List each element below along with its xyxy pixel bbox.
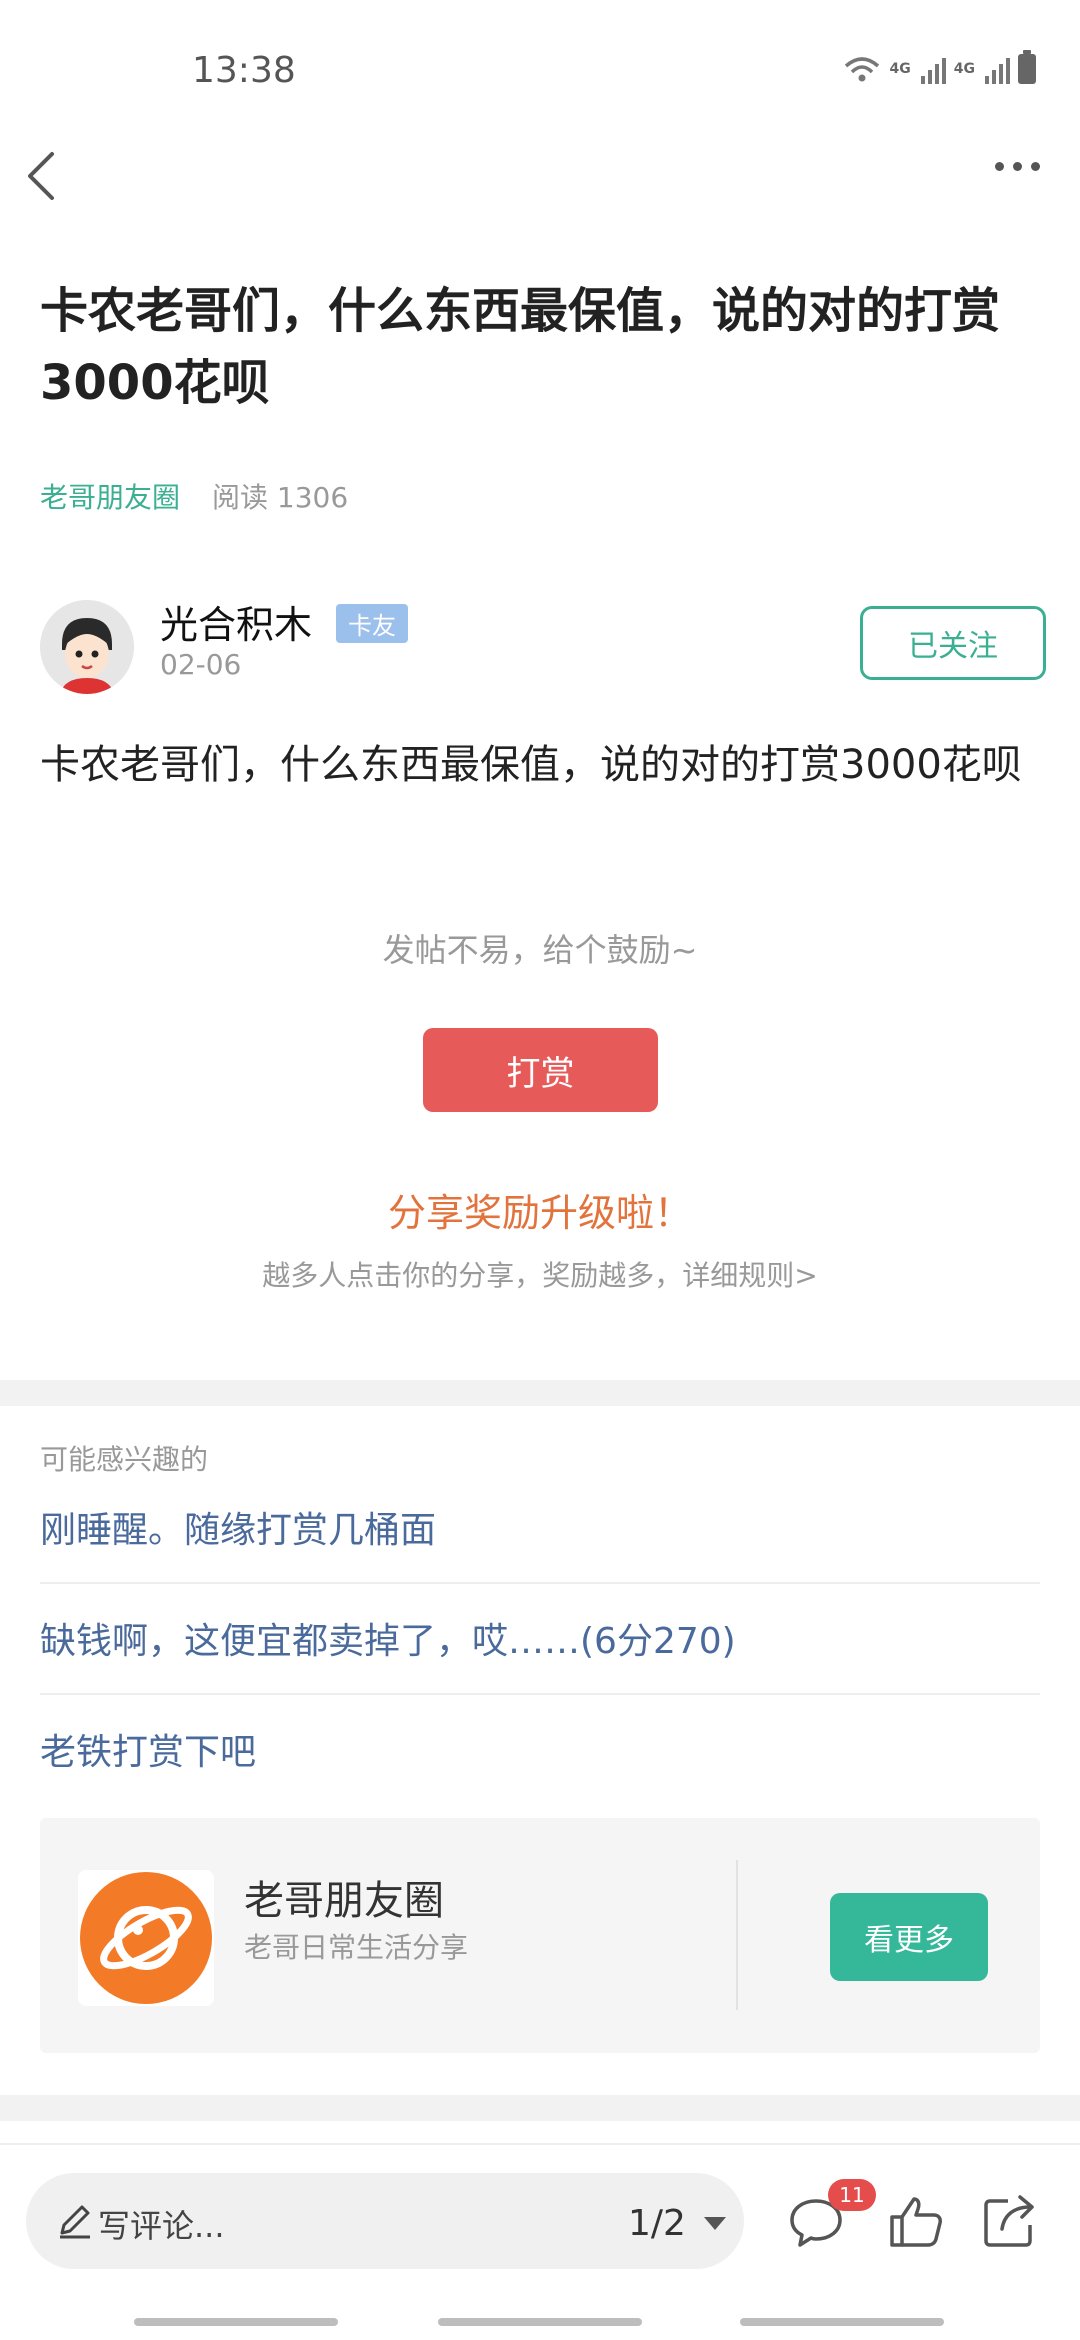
see-more-button[interactable]: 看更多 bbox=[830, 1893, 988, 1981]
comment-input[interactable]: 写评论... 1/2 bbox=[26, 2173, 744, 2269]
author-name[interactable]: 光合积木 bbox=[160, 594, 312, 649]
page-indicator[interactable]: 1/2 bbox=[628, 2203, 686, 2244]
wifi-icon bbox=[844, 57, 879, 82]
circle-card[interactable]: 老哥朋友圈 老哥日常生活分享 看更多 bbox=[40, 1818, 1040, 2053]
encourage-text: 发帖不易，给个鼓励~ bbox=[382, 931, 698, 969]
section-divider bbox=[0, 2095, 1080, 2121]
reward-button[interactable]: 打赏 bbox=[423, 1028, 658, 1112]
list-item[interactable]: 刚睡醒。随缘打赏几桶面 bbox=[40, 1472, 1040, 1584]
post-body: 卡农老哥们，什么东西最保值，说的对的打赏3000花呗 bbox=[40, 742, 1022, 788]
list-item-label: 缺钱啊，这便宜都卖掉了，哎……(6分270) bbox=[40, 1621, 736, 1662]
read-count: 阅读 1306 bbox=[212, 481, 349, 514]
signal-icon bbox=[985, 54, 1010, 84]
avatar[interactable] bbox=[40, 600, 134, 694]
system-nav-back[interactable] bbox=[740, 2318, 944, 2326]
list-item-label: 老铁打赏下吧 bbox=[40, 1732, 257, 1773]
follow-button[interactable]: 已关注 bbox=[860, 606, 1046, 680]
system-nav-home[interactable] bbox=[438, 2318, 642, 2326]
network-label-2: 4G bbox=[953, 61, 975, 77]
card-divider bbox=[736, 1860, 738, 2010]
chevron-down-icon[interactable] bbox=[704, 2217, 726, 2230]
post-date: 02-06 bbox=[160, 648, 242, 681]
battery-icon bbox=[1018, 50, 1036, 84]
list-item[interactable]: 缺钱啊，这便宜都卖掉了，哎……(6分270) bbox=[40, 1583, 1040, 1695]
planet-icon bbox=[78, 1870, 214, 2006]
comment-count-badge: 11 bbox=[828, 2179, 876, 2211]
signal-icon bbox=[920, 54, 946, 84]
pencil-icon bbox=[60, 2205, 90, 2239]
section-divider bbox=[0, 1380, 1080, 1406]
bottom-bar: 写评论... 1/2 11 bbox=[0, 2143, 1080, 2305]
list-item-label: 刚睡醒。随缘打赏几桶面 bbox=[40, 1510, 437, 1551]
back-icon[interactable] bbox=[18, 140, 78, 210]
share-rules-link[interactable]: 越多人点击你的分享，奖励越多，详细规则> bbox=[0, 1254, 1080, 1294]
status-time: 13:38 bbox=[192, 50, 296, 91]
circle-desc: 老哥日常生活分享 bbox=[244, 1931, 469, 1964]
system-nav-recents[interactable] bbox=[134, 2318, 338, 2326]
author-badge: 卡友 bbox=[336, 604, 408, 643]
circle-name: 老哥朋友圈 bbox=[244, 1878, 444, 1924]
more-icon[interactable] bbox=[995, 162, 1040, 171]
network-label-1: 4G bbox=[889, 61, 911, 77]
circle-link[interactable]: 老哥朋友圈 bbox=[40, 476, 180, 516]
status-icons: 4G 4G bbox=[842, 50, 1036, 84]
post-meta: 老哥朋友圈 阅读 1306 bbox=[40, 476, 348, 516]
list-item[interactable]: 老铁打赏下吧 bbox=[40, 1694, 1040, 1804]
comment-placeholder: 写评论... bbox=[98, 2207, 225, 2245]
share-reward-title: 分享奖励升级啦！ bbox=[387, 1191, 692, 1235]
share-icon[interactable] bbox=[980, 2191, 1040, 2251]
post-title: 卡农老哥们，什么东西最保值，说的对的打赏3000花呗 bbox=[40, 283, 1001, 411]
like-icon[interactable] bbox=[886, 2191, 946, 2251]
